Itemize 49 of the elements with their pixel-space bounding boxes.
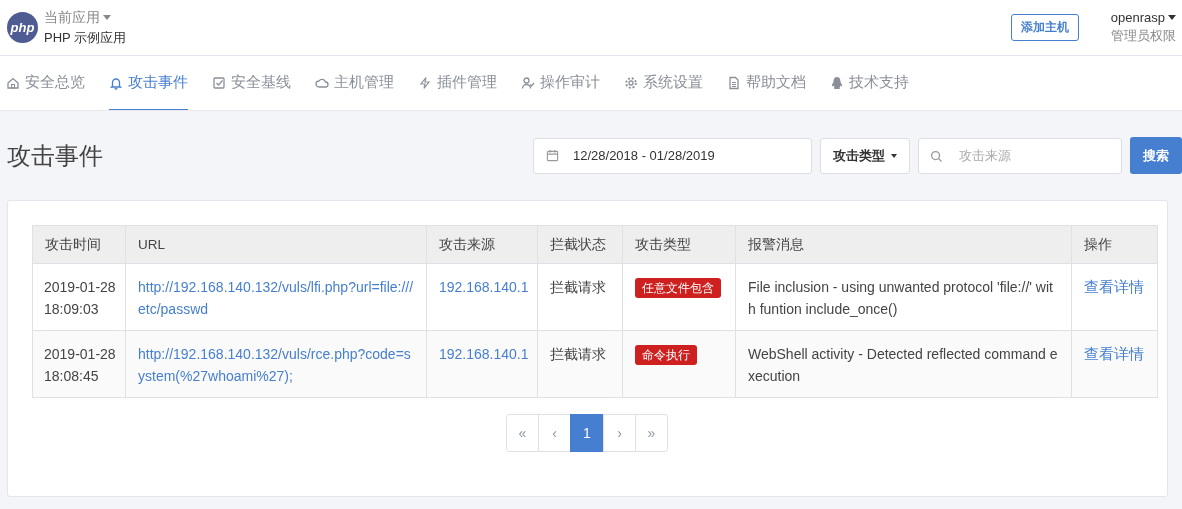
caret-icon — [891, 153, 897, 158]
nav-tab[interactable]: 安全基线 — [212, 56, 291, 110]
check-icon — [212, 75, 226, 90]
calendar-icon — [546, 149, 559, 162]
message-cell: WebShell activity - Detected reflected command execution — [735, 330, 1072, 398]
column-header: 操作 — [1071, 225, 1158, 264]
page-title: 攻击事件 — [7, 140, 104, 171]
nav-tab[interactable]: 系统设置 — [624, 56, 703, 110]
app-name: PHP 示例应用 — [44, 28, 127, 47]
nav-tab[interactable]: 主机管理 — [315, 56, 394, 110]
home-icon — [6, 75, 20, 90]
time-cell: 2019-01-28 18:09:03 — [32, 263, 126, 331]
status-cell: 拦截请求 — [537, 330, 623, 398]
php-logo: php — [7, 12, 38, 43]
nav-tab[interactable]: 攻击事件 — [109, 56, 188, 110]
user-role: 管理员权限 — [1111, 27, 1176, 45]
nav-tab[interactable]: 技术支持 — [830, 56, 909, 110]
attack-type-tag: 任意文件包含 — [635, 278, 721, 298]
nav-tab[interactable]: 帮助文档 — [727, 56, 806, 110]
user-menu[interactable]: openrasp — [1110, 10, 1176, 25]
column-header: URL — [125, 225, 427, 264]
column-header: 报警消息 — [735, 225, 1072, 264]
app-switcher[interactable]: 当前应用 — [44, 8, 127, 27]
search-icon — [930, 149, 943, 163]
search-button[interactable]: 搜索 — [1130, 137, 1182, 174]
user-icon — [521, 75, 535, 90]
date-range-field[interactable]: 12/28/2018 - 01/28/2019 — [533, 137, 812, 174]
status-cell: 拦截请求 — [537, 263, 623, 331]
nav-tab[interactable]: 安全总览 — [6, 56, 85, 110]
column-header: 攻击类型 — [622, 225, 736, 264]
page-button[interactable]: 1 — [570, 414, 604, 452]
time-cell: 2019-01-28 18:08:45 — [32, 330, 126, 398]
type-dropdown[interactable]: 攻击类型 — [820, 137, 910, 174]
column-header: 攻击时间 — [32, 225, 126, 264]
attack-type-tag: 命令执行 — [635, 345, 697, 365]
doc-icon — [727, 75, 741, 90]
nav-tab[interactable]: 插件管理 — [418, 56, 497, 110]
column-header: 攻击来源 — [426, 225, 538, 264]
gear-icon — [624, 75, 638, 90]
column-header: 拦截状态 — [537, 225, 623, 264]
bell-icon — [109, 75, 123, 90]
penguin-icon — [830, 75, 844, 90]
source-search-field[interactable]: 攻击来源 — [918, 137, 1122, 174]
bolt-icon — [418, 75, 432, 90]
caret-icon — [103, 15, 111, 20]
add-host-button[interactable]: 添加主机 — [1010, 14, 1079, 41]
nav-tab[interactable]: 操作审计 — [521, 56, 600, 110]
caret-icon — [1168, 15, 1176, 20]
message-cell: File inclusion - using unwanted protocol 'file://' with funtion include_once() — [735, 263, 1072, 331]
